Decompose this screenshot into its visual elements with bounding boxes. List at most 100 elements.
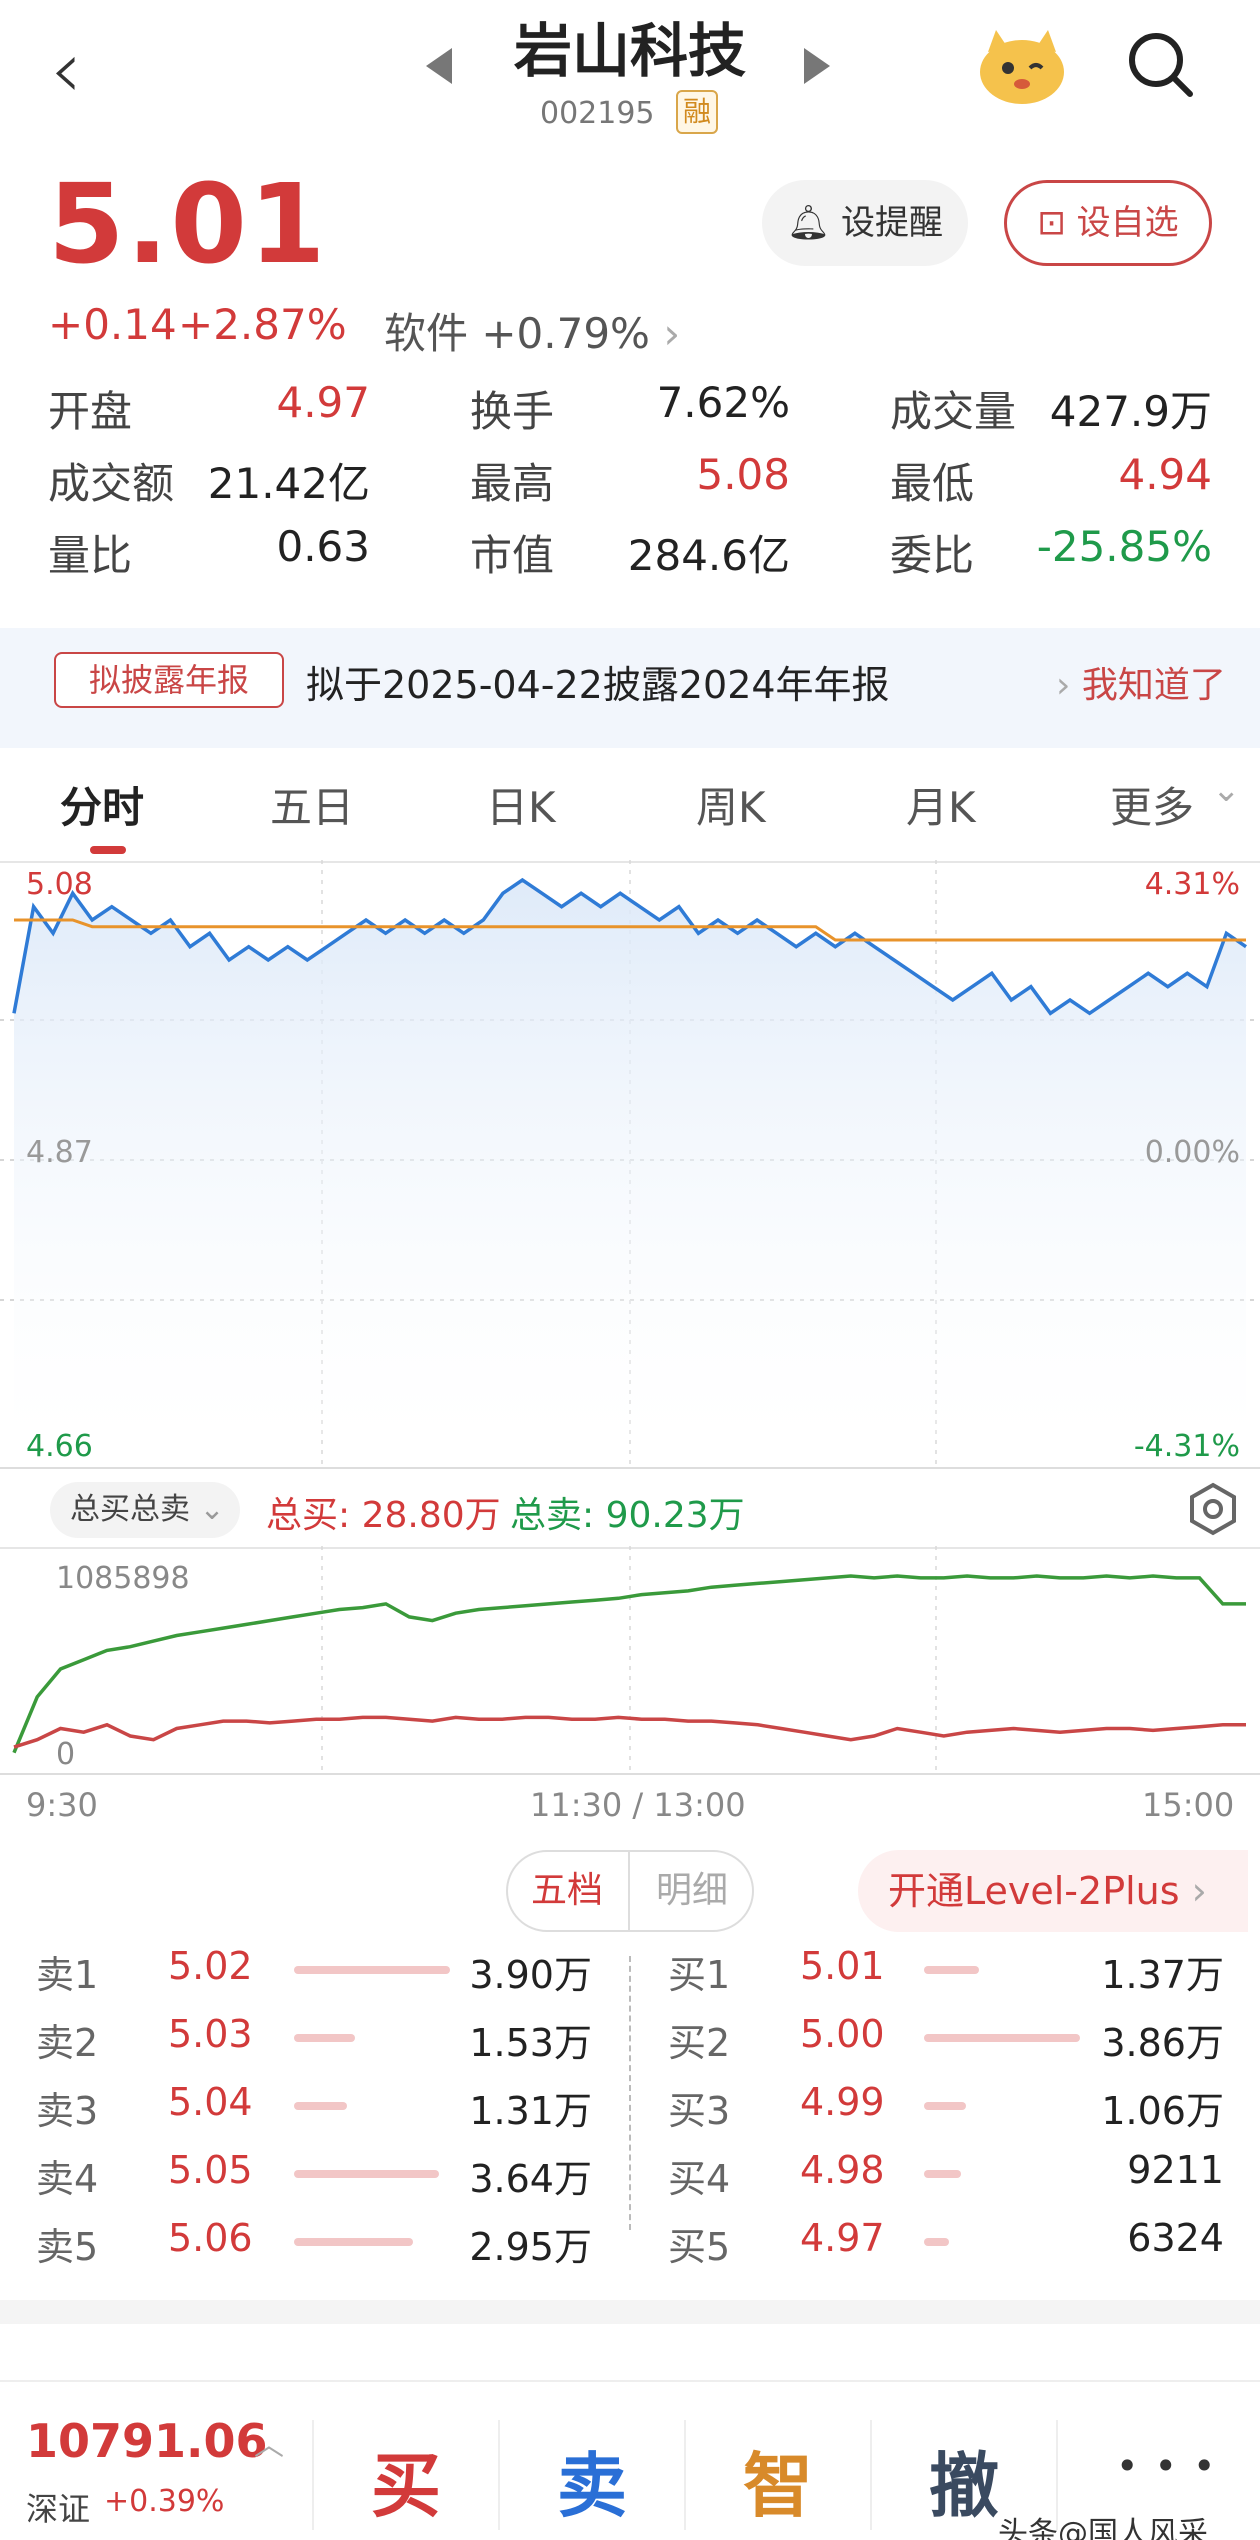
buy-level-label: 买4	[668, 2157, 731, 2201]
price-axis-mid: 4.87	[26, 1135, 93, 1170]
sell-level-label: 卖1	[36, 1953, 99, 1997]
sell-level-price[interactable]: 5.05	[168, 2148, 253, 2192]
active-tab-indicator	[90, 846, 126, 854]
total-buy: 总买: 28.80万	[266, 1495, 501, 1536]
sell-level-label: 卖4	[36, 2157, 99, 2201]
sell-level-volume: 3.90万	[469, 1953, 592, 1997]
buy-level-label: 买2	[668, 2021, 731, 2065]
pct-axis-top: 4.31%	[1145, 867, 1240, 902]
next-stock-arrow-icon[interactable]	[804, 48, 830, 84]
margin-badge: 融	[676, 90, 718, 134]
sector-change[interactable]: 软件 +0.79% ›	[384, 300, 680, 361]
stat-value: 4.97	[276, 378, 370, 427]
price-axis-top: 5.08	[26, 867, 93, 902]
watermark: 头条@国人风采	[998, 2516, 1208, 2540]
tab-five-levels[interactable]: 五档	[506, 1850, 630, 1932]
search-icon[interactable]	[1126, 30, 1196, 100]
chevron-right-icon: ›	[1191, 1869, 1207, 1913]
separator	[498, 2420, 500, 2530]
settings-hex-icon[interactable]	[1188, 1482, 1238, 1536]
mascot-icon[interactable]	[974, 22, 1070, 108]
price-area-fill	[14, 880, 1246, 1440]
notice-ack-button[interactable]: › 我知道了	[1056, 656, 1226, 708]
buy-level-label: 买5	[668, 2225, 731, 2269]
stat-value: 21.42亿	[207, 459, 370, 508]
sell-level-volume: 3.64万	[469, 2157, 592, 2201]
sell-level-price[interactable]: 5.04	[168, 2080, 253, 2124]
stat-label: 市值	[470, 531, 555, 580]
sell-button[interactable]: 卖	[522, 2430, 662, 2531]
notice-ack-label: 我知道了	[1081, 665, 1226, 706]
buy-level-bar	[924, 2170, 961, 2178]
tab-4[interactable]: 月K	[906, 774, 976, 835]
buy-level-bar	[924, 1966, 979, 1974]
index-value[interactable]: 10791.06	[26, 2414, 268, 2468]
tab-3[interactable]: 周K	[696, 774, 766, 835]
buy-button[interactable]: 买	[336, 2430, 476, 2531]
sell-level-price[interactable]: 5.03	[168, 2012, 253, 2056]
buy-level-price[interactable]: 4.97	[800, 2216, 885, 2260]
stat-value: 4.94	[1118, 450, 1212, 499]
sell-level-label: 卖2	[36, 2021, 99, 2065]
chevron-right-icon: ›	[1056, 665, 1071, 706]
chevron-down-icon: ⌄	[199, 1492, 225, 1527]
add-watchlist-button[interactable]: ⊡ 设自选	[1004, 180, 1212, 266]
flow-mode-select[interactable]: 总买总卖 ⌄	[50, 1482, 240, 1538]
index-name: 深证	[26, 2490, 91, 2528]
tab-details[interactable]: 明细	[630, 1850, 754, 1932]
stat-label: 量比	[48, 531, 133, 580]
section-divider	[0, 2300, 1260, 2324]
pct-axis-bottom: -4.31%	[1134, 1429, 1240, 1464]
buy-level-price[interactable]: 4.99	[800, 2080, 885, 2124]
level2-promo-button[interactable]: 开通Level-2Plus ›	[858, 1850, 1248, 1932]
stat-value: 427.9万	[1049, 387, 1212, 436]
flow-axis-bottom: 0	[56, 1737, 75, 1772]
price-change: +0.14	[48, 300, 177, 349]
pct-axis-mid: 0.00%	[1145, 1135, 1240, 1170]
stock-name: 岩山科技	[513, 17, 746, 85]
set-alert-label: 设提醒	[840, 203, 943, 243]
stat-value: 284.6亿	[627, 531, 790, 580]
stat-label: 开盘	[48, 387, 133, 436]
time-label-open: 9:30	[26, 1786, 98, 1824]
more-icon[interactable]: • • •	[1116, 2444, 1217, 2488]
chevron-up-icon: ︿	[254, 2428, 284, 2463]
tab-5[interactable]: 更多	[1110, 774, 1194, 835]
buy-level-price[interactable]: 5.00	[800, 2012, 885, 2056]
orderbook-divider	[629, 1956, 631, 2230]
stat-label: 最高	[470, 459, 555, 508]
sell-level-price[interactable]: 5.02	[168, 1944, 253, 1988]
buy-level-volume: 3.86万	[1101, 2021, 1224, 2065]
sell-level-volume: 1.31万	[469, 2089, 592, 2133]
tab-2[interactable]: 日K	[486, 774, 556, 835]
sell-level-volume: 2.95万	[469, 2225, 592, 2269]
separator	[684, 2420, 686, 2530]
flow-mode-label: 总买总卖	[70, 1492, 190, 1527]
tab-1[interactable]: 五日	[270, 774, 354, 835]
buy-level-bar	[924, 2102, 966, 2110]
sell-level-label: 卖5	[36, 2225, 99, 2269]
smart-button[interactable]: 智	[708, 2430, 848, 2531]
buy-level-price[interactable]: 5.01	[800, 1944, 885, 1988]
price-axis-bottom: 4.66	[26, 1429, 93, 1464]
chat-box-icon: ⊡	[1037, 203, 1066, 243]
buy-level-bar	[924, 2238, 949, 2246]
sector-change-label: 软件 +0.79%	[384, 309, 650, 358]
flow-chart[interactable]: 1085898 0	[0, 1546, 1260, 1776]
stat-value: 5.08	[696, 450, 790, 499]
chart-lines	[12, 877, 1247, 1440]
notice-text: 拟于2025-04-22披露2024年年报	[306, 663, 890, 707]
notice-badge: 拟披露年报	[54, 652, 284, 708]
index-change: +0.39%	[104, 2484, 225, 2519]
buy-level-price[interactable]: 4.98	[800, 2148, 885, 2192]
sell-level-price[interactable]: 5.06	[168, 2216, 253, 2260]
stat-value: 0.63	[276, 522, 370, 571]
stat-value: 7.62%	[656, 378, 790, 427]
flow-axis-top: 1085898	[56, 1561, 190, 1596]
stat-value: -25.85%	[1036, 522, 1212, 571]
set-alert-button[interactable]: 🔔︎ 设提醒	[762, 180, 968, 266]
buy-level-volume: 1.06万	[1101, 2089, 1224, 2133]
stat-label: 委比	[890, 531, 975, 580]
tab-0[interactable]: 分时	[60, 774, 144, 835]
intraday-chart[interactable]: 5.08 4.87 4.66 4.31% 0.00% -4.31%	[0, 860, 1260, 1470]
